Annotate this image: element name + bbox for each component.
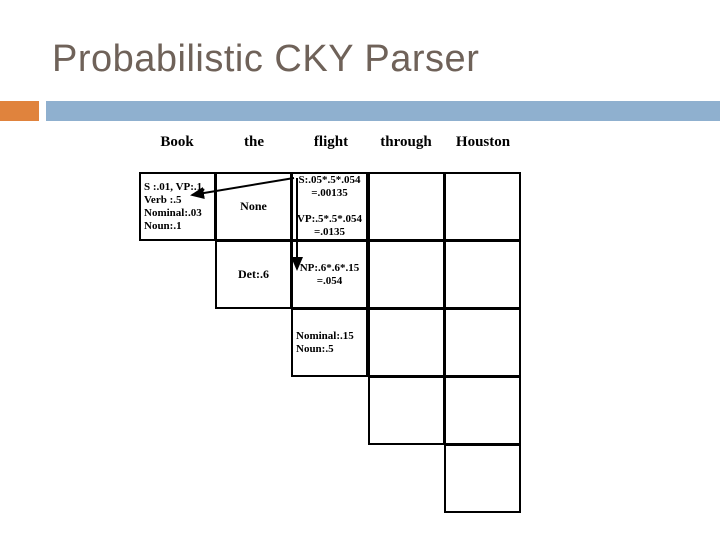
chart-cell-text: S:.05*.5*.054 =.00135 VP:.5*.5*.054 =.01… bbox=[296, 174, 363, 238]
column-header-word-3: through bbox=[380, 134, 432, 150]
chart-cell-text: Nominal:.15 Noun:.5 bbox=[296, 329, 354, 355]
column-header-word-2: flight bbox=[313, 134, 349, 150]
chart-cell-3-4[interactable] bbox=[444, 376, 521, 445]
sentence-word-row: Book the flight through Houston bbox=[139, 132, 521, 166]
chart-cell-2-4[interactable] bbox=[444, 308, 521, 377]
page-title: Probabilistic CKY Parser bbox=[52, 38, 480, 80]
column-header-word-4: Houston bbox=[455, 134, 511, 150]
column-header-word-1: the bbox=[244, 134, 264, 150]
chart-cell-1-2[interactable]: NP:.6*.6*.15 =.054 bbox=[291, 240, 368, 309]
chart-cell-1-4[interactable] bbox=[444, 240, 521, 309]
chart-cell-0-2[interactable]: S:.05*.5*.054 =.00135 VP:.5*.5*.054 =.01… bbox=[291, 172, 368, 241]
column-header-word-0: Book bbox=[160, 134, 194, 150]
chart-cell-2-3[interactable] bbox=[368, 308, 445, 377]
chart-cell-1-3[interactable] bbox=[368, 240, 445, 309]
accent-block bbox=[0, 101, 39, 121]
chart-cell-text: None bbox=[240, 199, 267, 213]
chart-cell-text: S :.01, VP:.1, Verb :.5 Nominal:.03 Noun… bbox=[144, 180, 205, 232]
chart-cell-0-4[interactable] bbox=[444, 172, 521, 241]
chart-cell-2-2[interactable]: Nominal:.15 Noun:.5 bbox=[291, 308, 368, 377]
chart-grid: S :.01, VP:.1, Verb :.5 Nominal:.03 Noun… bbox=[139, 172, 521, 513]
header-bar bbox=[46, 101, 720, 121]
chart-cell-text: NP:.6*.6*.15 =.054 bbox=[299, 261, 360, 287]
chart-cell-text: Det:.6 bbox=[238, 267, 269, 281]
header-divider bbox=[0, 101, 720, 121]
chart-cell-1-1[interactable]: Det:.6 bbox=[215, 240, 292, 309]
cky-parse-chart: Book the flight through Houston S :.01, … bbox=[139, 132, 521, 514]
chart-cell-3-3[interactable] bbox=[368, 376, 445, 445]
chart-cell-4-4[interactable] bbox=[444, 444, 521, 513]
chart-cell-0-3[interactable] bbox=[368, 172, 445, 241]
chart-cell-0-0[interactable]: S :.01, VP:.1, Verb :.5 Nominal:.03 Noun… bbox=[139, 172, 216, 241]
chart-cell-0-1[interactable]: None bbox=[215, 172, 292, 241]
